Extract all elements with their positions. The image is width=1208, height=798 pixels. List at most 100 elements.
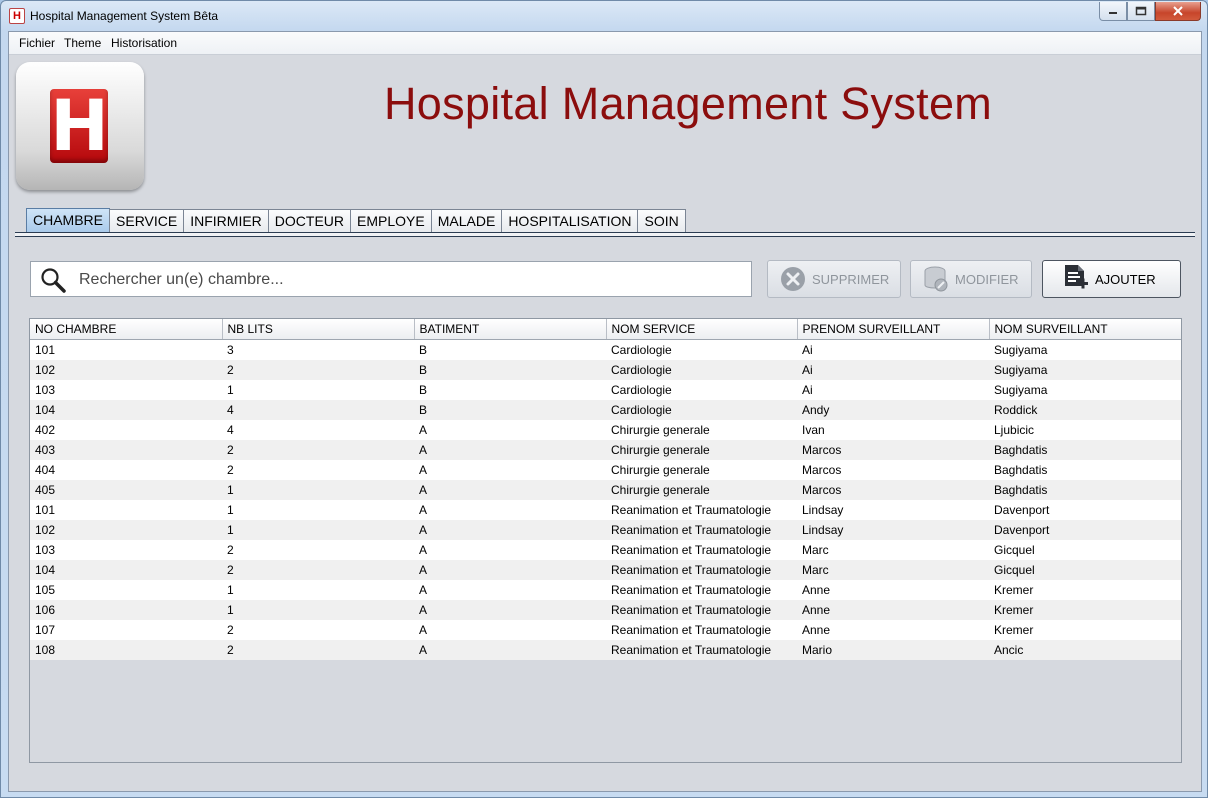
table-cell: Cardiologie bbox=[606, 339, 797, 360]
add-document-icon bbox=[1065, 265, 1088, 289]
table-row[interactable]: 404 2 A Chirurgie generale Marcos Baghdatis bbox=[30, 460, 1181, 480]
table-cell: B bbox=[414, 400, 606, 420]
page-title: Hospital Management System bbox=[384, 78, 993, 129]
minimize-button[interactable] bbox=[1099, 2, 1127, 21]
table-cell: 105 bbox=[30, 580, 222, 600]
table-cell: A bbox=[414, 420, 606, 440]
table-cell: 103 bbox=[30, 380, 222, 400]
column-header[interactable]: BATIMENT bbox=[414, 319, 607, 340]
column-header[interactable]: NB LITS bbox=[222, 319, 415, 340]
search-box[interactable] bbox=[30, 261, 752, 298]
tab-bar: CHAMBRE SERVICE INFIRMIER DOCTEUR EMPLOY… bbox=[26, 207, 686, 233]
table-row[interactable]: 101 3 B Cardiologie Ai Sugiyama bbox=[30, 339, 1181, 360]
table-cell: Andy bbox=[797, 400, 989, 420]
maximize-button[interactable] bbox=[1127, 2, 1155, 21]
table-cell: Marcos bbox=[797, 480, 989, 500]
table-cell: Gicquel bbox=[989, 540, 1181, 560]
table-row[interactable]: 108 2 A Reanimation et Traumatologie Mario An… bbox=[30, 640, 1181, 660]
table-body: 101 3 B Cardiologie Ai Sugiyama 102 2 B Cardiolog… bbox=[30, 339, 1181, 660]
tab-hospitalisation[interactable]: HOSPITALISATION bbox=[501, 209, 639, 233]
table-row[interactable]: 105 1 A Reanimation et Traumatologie Anne Kre… bbox=[30, 580, 1181, 600]
table-cell: Gicquel bbox=[989, 560, 1181, 580]
table-row[interactable]: 106 1 A Reanimation et Traumatologie Anne Kre… bbox=[30, 600, 1181, 620]
delete-button[interactable]: SUPPRIMER bbox=[767, 260, 901, 298]
column-header[interactable]: NOM SERVICE bbox=[606, 319, 798, 340]
table-cell: A bbox=[414, 640, 606, 660]
table-cell: Lindsay bbox=[797, 500, 989, 520]
table-cell: Anne bbox=[797, 580, 989, 600]
column-header[interactable]: NOM SURVEILLANT bbox=[989, 319, 1181, 340]
close-icon bbox=[1173, 6, 1183, 16]
table-cell: A bbox=[414, 600, 606, 620]
table-cell: Cardiologie bbox=[606, 400, 797, 420]
search-input[interactable] bbox=[77, 262, 741, 298]
table-cell: Mario bbox=[797, 640, 989, 660]
title-bar[interactable]: H Hospital Management System Bêta bbox=[1, 1, 1207, 31]
table-cell: 104 bbox=[30, 560, 222, 580]
table-cell: A bbox=[414, 480, 606, 500]
table-cell: 102 bbox=[30, 520, 222, 540]
table-cell: Ai bbox=[797, 360, 989, 380]
table-row[interactable]: 104 2 A Reanimation et Traumatologie Marc Gic… bbox=[30, 560, 1181, 580]
menu-theme[interactable]: Theme bbox=[64, 36, 101, 50]
table-cell: Marcos bbox=[797, 440, 989, 460]
tab-soin[interactable]: SOIN bbox=[637, 209, 686, 233]
menu-fichier[interactable]: Fichier bbox=[19, 36, 55, 50]
menu-historisation[interactable]: Historisation bbox=[111, 36, 177, 50]
table-cell: B bbox=[414, 360, 606, 380]
tab-docteur[interactable]: DOCTEUR bbox=[267, 209, 352, 233]
table-cell: 101 bbox=[30, 500, 222, 520]
table-cell: Reanimation et Traumatologie bbox=[606, 560, 797, 580]
table-cell: A bbox=[414, 520, 606, 540]
delete-icon bbox=[781, 267, 805, 291]
table-cell: 104 bbox=[30, 400, 222, 420]
table-cell: Reanimation et Traumatologie bbox=[606, 640, 797, 660]
column-header[interactable]: PRENOM SURVEILLANT bbox=[797, 319, 990, 340]
table-cell: 1 bbox=[222, 580, 414, 600]
table-row[interactable]: 103 1 B Cardiologie Ai Sugiyama bbox=[30, 380, 1181, 400]
table-cell: 405 bbox=[30, 480, 222, 500]
table-cell: Reanimation et Traumatologie bbox=[606, 520, 797, 540]
table-cell: A bbox=[414, 560, 606, 580]
table-row[interactable]: 104 4 B Cardiologie Andy Roddick bbox=[30, 400, 1181, 420]
table-cell: Chirurgie generale bbox=[606, 480, 797, 500]
table-cell: Sugiyama bbox=[989, 339, 1181, 360]
table-row[interactable]: 405 1 A Chirurgie generale Marcos Baghdatis bbox=[30, 480, 1181, 500]
table-cell: A bbox=[414, 540, 606, 560]
table-cell: Chirurgie generale bbox=[606, 460, 797, 480]
table-cell: 107 bbox=[30, 620, 222, 640]
table-row[interactable]: 103 2 A Reanimation et Traumatologie Marc Gic… bbox=[30, 540, 1181, 560]
tab-employe[interactable]: EMPLOYE bbox=[350, 209, 432, 233]
table-row[interactable]: 102 2 B Cardiologie Ai Sugiyama bbox=[30, 360, 1181, 380]
table-cell: Anne bbox=[797, 620, 989, 640]
tab-chambre[interactable]: CHAMBRE bbox=[26, 208, 111, 233]
table-row[interactable]: 402 4 A Chirurgie generale Ivan Ljubicic bbox=[30, 420, 1181, 440]
table-cell: 1 bbox=[222, 500, 414, 520]
add-label: AJOUTER bbox=[1095, 271, 1156, 287]
delete-label: SUPPRIMER bbox=[812, 271, 890, 287]
tab-divider bbox=[15, 232, 1195, 237]
close-button[interactable] bbox=[1155, 2, 1201, 21]
table-cell: Davenport bbox=[989, 520, 1181, 540]
table-row[interactable]: 101 1 A Reanimation et Traumatologie Lindsay… bbox=[30, 500, 1181, 520]
column-header[interactable]: NO CHAMBRE bbox=[30, 319, 223, 340]
window-title: Hospital Management System Bêta bbox=[30, 9, 219, 23]
tab-infirmier[interactable]: INFIRMIER bbox=[183, 209, 269, 233]
table-cell: A bbox=[414, 500, 606, 520]
table-cell: Baghdatis bbox=[989, 460, 1181, 480]
menu-bar: Fichier Theme Historisation bbox=[9, 32, 1201, 55]
add-button[interactable]: AJOUTER bbox=[1042, 260, 1181, 298]
tab-malade[interactable]: MALADE bbox=[430, 209, 503, 233]
app-window: H Hospital Management System Bêta Fichie… bbox=[0, 0, 1208, 798]
table-row[interactable]: 107 2 A Reanimation et Traumatologie Anne Kre… bbox=[30, 620, 1181, 640]
edit-label: MODIFIER bbox=[955, 271, 1019, 287]
table-cell: Sugiyama bbox=[989, 360, 1181, 380]
edit-button[interactable]: MODIFIER bbox=[910, 260, 1032, 298]
table-cell: 2 bbox=[222, 460, 414, 480]
table-row[interactable]: 403 2 A Chirurgie generale Marcos Baghdatis bbox=[30, 440, 1181, 460]
tab-service[interactable]: SERVICE bbox=[109, 209, 185, 233]
table-cell: Anne bbox=[797, 600, 989, 620]
table-row[interactable]: 102 1 A Reanimation et Traumatologie Lindsay… bbox=[30, 520, 1181, 540]
table-cell: 2 bbox=[222, 360, 414, 380]
table-cell: Chirurgie generale bbox=[606, 440, 797, 460]
